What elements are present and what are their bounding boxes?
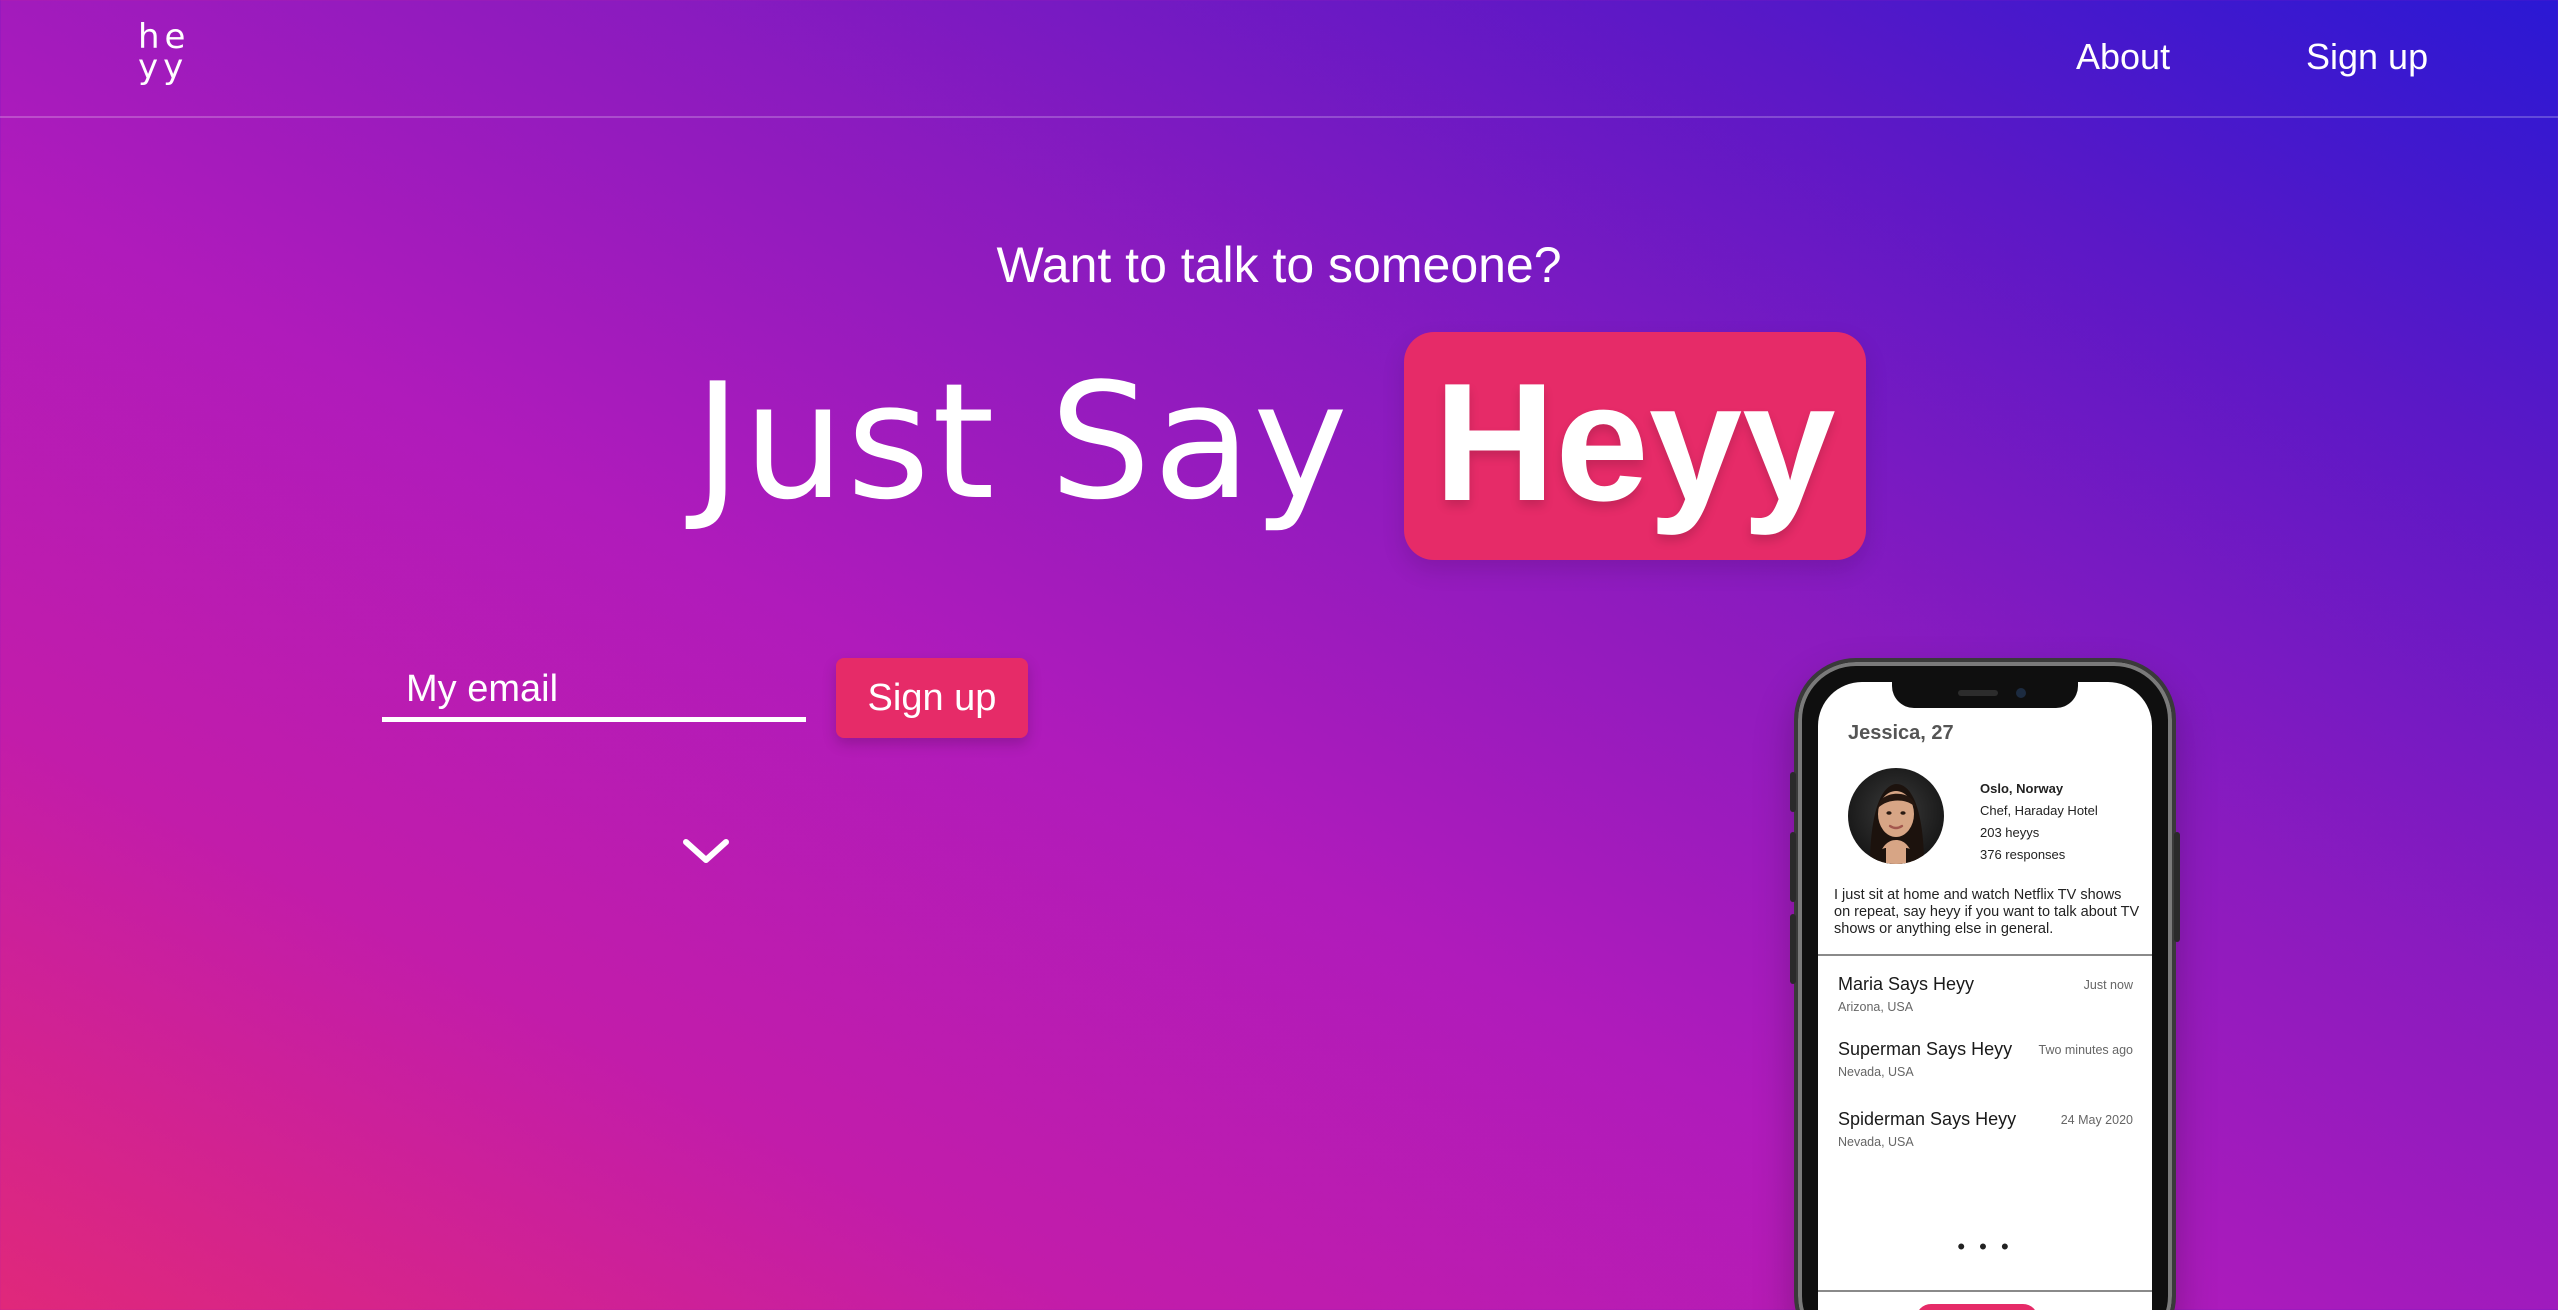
phone-volume-up-button: [1790, 832, 1796, 902]
phone-power-button: [2174, 832, 2180, 942]
site-header: he yy About Sign up: [0, 0, 2558, 118]
phone-camera: [2016, 688, 2026, 698]
message-item[interactable]: Spiderman Says Heyy 24 May 2020 Nevada, …: [1838, 1109, 2138, 1159]
profile-avatar: [1848, 768, 1944, 864]
profile-location: Oslo, Norway: [1980, 781, 2064, 796]
profile-job: Chef, Haraday Hotel: [1980, 803, 2098, 818]
message-time: Two minutes ago: [2038, 1043, 2134, 1057]
nav-about-link[interactable]: About: [2076, 36, 2170, 78]
profile-bio: I just sit at home and watch Netflix TV …: [1834, 887, 2140, 937]
phone-action-button[interactable]: [1916, 1304, 2038, 1310]
message-time: Just now: [2083, 978, 2133, 992]
phone-notch: [1892, 682, 2078, 708]
bottom-divider: [1818, 1290, 2152, 1292]
message-item[interactable]: Maria Says Heyy Just now Arizona, USA: [1838, 974, 2138, 1024]
phone-screen: Jessica, 27 Oslo, Norway Chef, Haraday H…: [1818, 682, 2152, 1310]
phone-volume-down-button: [1790, 914, 1796, 984]
phone-side-button: [1790, 772, 1796, 812]
message-item[interactable]: Superman Says Heyy Two minutes ago Nevad…: [1838, 1039, 2138, 1089]
profile-name: Jessica, 27: [1848, 722, 1954, 744]
heyy-logo[interactable]: he yy: [138, 20, 190, 87]
message-time: 24 May 2020: [2060, 1113, 2133, 1127]
hero-headline: Just Say: [694, 348, 1350, 535]
phone-speaker: [1958, 690, 1998, 696]
profile-responses-count: 376 responses: [1980, 847, 2066, 862]
profile-info: Oslo, Norway Chef, Haraday Hotel 203 hey…: [1980, 778, 2098, 866]
hero-tagline: Want to talk to someone?: [996, 237, 1562, 293]
hero-headline-badge: Heyy: [1404, 332, 1866, 560]
message-location: Nevada, USA: [1838, 1135, 1914, 1149]
message-title: Maria Says Heyy: [1838, 974, 1975, 994]
profile-divider: [1818, 954, 2152, 956]
message-title: Superman Says Heyy: [1838, 1039, 2013, 1059]
message-location: Nevada, USA: [1838, 1065, 1914, 1079]
hero-headline-highlight: Heyy: [1434, 348, 1836, 536]
signup-button[interactable]: Sign up: [836, 658, 1028, 738]
phone-mockup: Jessica, 27 Oslo, Norway Chef, Haraday H…: [1790, 658, 2180, 1310]
profile-heyys-count: 203 heyys: [1980, 825, 2040, 840]
logo-bottom-text: yy: [138, 47, 189, 87]
email-input[interactable]: [382, 662, 806, 722]
more-messages-indicator[interactable]: • • •: [1818, 1234, 2152, 1260]
nav-signup-link[interactable]: Sign up: [2306, 36, 2428, 78]
message-location: Arizona, USA: [1838, 1000, 1914, 1014]
message-title: Spiderman Says Heyy: [1838, 1109, 2017, 1129]
chevron-down-icon[interactable]: [682, 832, 730, 872]
